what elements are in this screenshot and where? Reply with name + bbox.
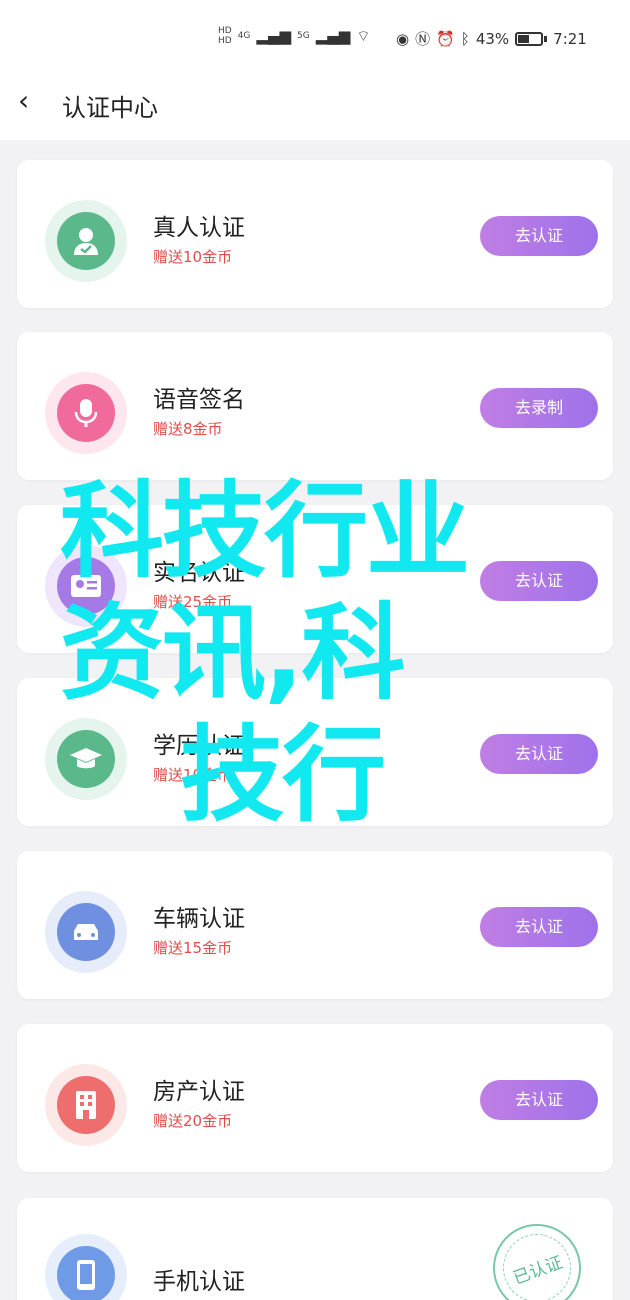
signal-icon-2: ▂▄▆	[315, 27, 351, 45]
verify-button[interactable]: 去认证	[480, 1080, 598, 1120]
item-reward: 赠送20金币	[153, 1112, 233, 1130]
alarm-icon: ⏰	[436, 29, 455, 48]
battery-tip	[544, 35, 548, 42]
list-item-phone: 手机认证 已认证	[17, 1198, 613, 1300]
id-card-icon	[57, 557, 115, 615]
item-reward: 赠送8金币	[153, 420, 223, 438]
icon-circle	[45, 545, 127, 627]
page-title: 认证中心	[62, 94, 158, 122]
item-reward: 赠送10金币	[153, 248, 233, 266]
icon-circle	[45, 718, 127, 800]
item-reward: 赠送25金币	[153, 593, 233, 611]
status-bar: HD HD 4G ▂▄▆ 5G ▂▄▆ ⌔ ◉ Ⓝ ⏰ ᛒ 43% 7:21	[0, 0, 630, 72]
microphone-icon	[57, 384, 115, 442]
verify-button[interactable]: 去认证	[480, 907, 598, 947]
list-item-education: 学历认证 赠送10金币 去认证	[17, 678, 613, 826]
item-reward: 赠送15金币	[153, 939, 233, 957]
verify-button[interactable]: 去认证	[480, 561, 598, 601]
top-bar: HD HD 4G ▂▄▆ 5G ▂▄▆ ⌔ ◉ Ⓝ ⏰ ᛒ 43% 7:21 ‹…	[0, 0, 630, 140]
chevron-left-icon[interactable]: ‹	[18, 86, 48, 116]
system-indicators: ◉ Ⓝ ⏰ ᛒ 43% 7:21	[396, 28, 587, 49]
eye-icon: ◉	[396, 29, 410, 48]
bluetooth-icon: ᛒ	[460, 29, 470, 48]
list-item-real-person: 真人认证 赠送10金币 去认证	[17, 160, 613, 308]
verify-button[interactable]: 去认证	[480, 734, 598, 774]
verify-button[interactable]: 去认证	[480, 216, 598, 256]
icon-circle	[45, 891, 127, 973]
item-title: 学历认证	[153, 733, 245, 759]
person-check-icon	[57, 212, 115, 270]
battery-percent: 43%	[475, 29, 510, 48]
car-icon	[57, 903, 115, 961]
4g-label: 4G	[237, 31, 251, 41]
item-title: 实名认证	[153, 560, 245, 586]
item-title: 真人认证	[153, 215, 245, 241]
list-item-property: 房产认证 赠送20金币 去认证	[17, 1024, 613, 1172]
battery-icon	[515, 31, 544, 46]
list-item-voice-signature: 语音签名 赠送8金币 去录制	[17, 332, 613, 480]
list-item-vehicle: 车辆认证 赠送15金币 去认证	[17, 851, 613, 999]
item-title: 车辆认证	[153, 906, 245, 932]
item-title: 房产认证	[153, 1079, 245, 1105]
list-item-real-name: 实名认证 赠送25金币 去认证	[17, 505, 613, 653]
network-indicators: HD HD 4G ▂▄▆ 5G ▂▄▆ ⌔	[218, 26, 370, 46]
building-icon	[57, 1076, 115, 1134]
page-header: ‹ 认证中心	[0, 78, 630, 128]
record-button[interactable]: 去录制	[480, 388, 598, 428]
icon-circle	[45, 1234, 127, 1300]
graduation-cap-icon	[57, 730, 115, 788]
icon-circle	[45, 200, 127, 282]
5g-label: 5G	[297, 31, 310, 41]
item-title: 语音签名	[153, 387, 245, 413]
item-title: 手机认证	[153, 1269, 245, 1295]
verified-stamp: 已认证	[480, 1211, 594, 1300]
nfc-icon: Ⓝ	[415, 30, 431, 48]
item-reward: 赠送10金币	[153, 766, 233, 784]
signal-icon: ▂▄▆	[256, 27, 292, 45]
hd-label: HD HD	[218, 26, 232, 46]
clock: 7:21	[553, 29, 587, 48]
phone-icon	[57, 1246, 115, 1300]
icon-circle	[45, 1064, 127, 1146]
icon-circle	[45, 372, 127, 454]
wifi-icon: ⌔	[356, 26, 371, 45]
